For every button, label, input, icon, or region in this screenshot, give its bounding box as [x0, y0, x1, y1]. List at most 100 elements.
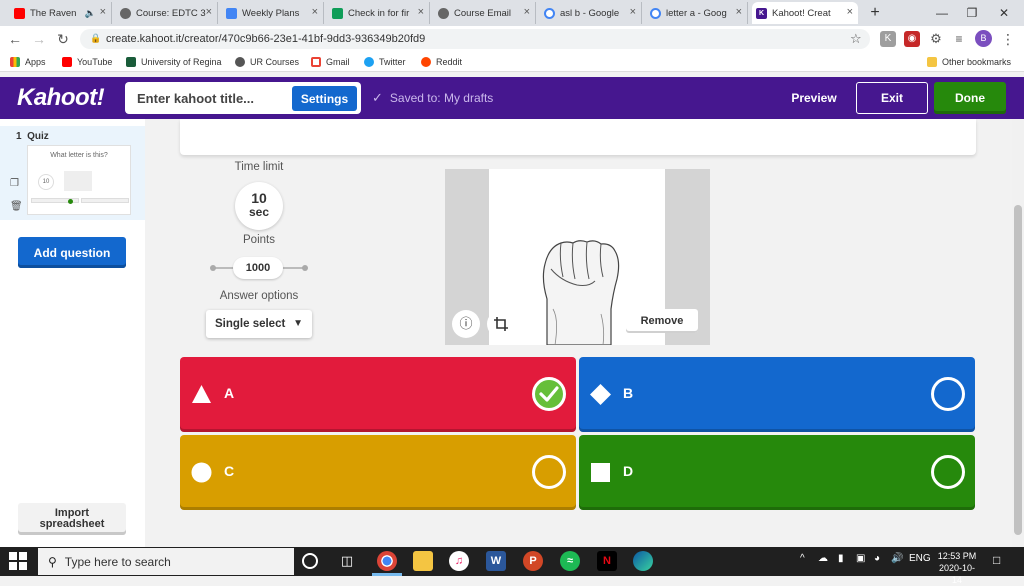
extensions-puzzle-icon[interactable]: ⚙ [928, 31, 944, 47]
image-info-icon[interactable]: ⓘ [452, 310, 480, 338]
back-icon[interactable]: ← [6, 29, 24, 49]
volume-icon[interactable]: 🔊 [891, 553, 903, 564]
close-tab-icon[interactable]: × [847, 6, 853, 18]
taskbar-search-input[interactable] [64, 554, 265, 569]
bookmark-youtube[interactable]: YouTube [62, 54, 112, 70]
speaker-icon: 🔈 [84, 7, 96, 18]
cortana-icon[interactable] [302, 553, 318, 569]
extension-icon[interactable]: ◉ [904, 31, 920, 47]
answer-a[interactable]: A [180, 357, 576, 432]
close-tab-icon[interactable]: × [418, 6, 424, 18]
answer-options-select[interactable]: Single select ▼ [206, 310, 312, 338]
edge-icon[interactable] [633, 551, 653, 571]
answer-options-label: Answer options [219, 290, 299, 302]
notifications-icon[interactable]: □ [993, 553, 1000, 567]
menu-kebab-icon[interactable]: ⋮ [999, 29, 1017, 49]
forward-icon[interactable]: → [30, 29, 48, 49]
correct-answer-toggle[interactable] [931, 377, 965, 411]
reddit-icon [421, 57, 431, 67]
question-card[interactable] [180, 119, 976, 155]
duplicate-icon[interactable]: ❐ [10, 178, 19, 189]
browser-tab-active[interactable]: K Kahoot! Creat × [752, 2, 858, 24]
exit-button[interactable]: Exit [856, 82, 928, 114]
network-icon[interactable]: ▣ [856, 553, 865, 564]
bookmark-gmail[interactable]: Gmail [311, 54, 350, 70]
bookmark-twitter[interactable]: Twitter [364, 54, 406, 70]
reading-list-icon[interactable]: ≡ [951, 31, 967, 47]
close-tab-icon[interactable]: × [312, 6, 318, 18]
answer-text: D [623, 463, 634, 479]
browser-tab[interactable]: asl b - Google × [540, 2, 642, 24]
other-bookmarks[interactable]: Other bookmarks [927, 54, 1011, 70]
close-window-button[interactable]: ✕ [992, 3, 1016, 23]
preview-button[interactable]: Preview [780, 86, 848, 110]
word-icon[interactable]: W [486, 551, 506, 571]
close-tab-icon[interactable]: × [736, 6, 742, 18]
search-icon: ⚲ [48, 554, 57, 569]
answer-c[interactable]: C [180, 435, 576, 510]
task-view-icon[interactable]: ◫ [337, 551, 357, 571]
correct-answer-toggle[interactable] [532, 455, 566, 489]
chrome-icon[interactable] [377, 551, 397, 571]
bookmark-uregina[interactable]: University of Regina [126, 54, 222, 70]
kahoot-title-input[interactable] [130, 85, 290, 111]
answer-d[interactable]: D [579, 435, 975, 510]
points-min-dot[interactable] [210, 265, 216, 271]
file-explorer-icon[interactable] [413, 551, 433, 571]
time-limit-selector[interactable]: 10 sec [235, 182, 283, 230]
show-hidden-icons-icon[interactable]: ^ [800, 553, 805, 564]
taskbar-search[interactable]: ⚲ [38, 548, 294, 575]
extension-icon[interactable]: K [880, 31, 896, 47]
wifi-icon[interactable]: ◕ [874, 553, 880, 564]
kahoot-logo[interactable]: Kahoot! [17, 84, 105, 112]
browser-tab[interactable]: Course Email × [434, 2, 536, 24]
close-tab-icon[interactable]: × [100, 6, 106, 18]
correct-answer-toggle[interactable] [532, 377, 566, 411]
netflix-icon[interactable]: N [597, 551, 617, 571]
crop-icon[interactable] [487, 310, 515, 338]
answer-text: C [224, 463, 235, 479]
profile-avatar[interactable]: B [975, 30, 992, 47]
reload-icon[interactable]: ↻ [54, 29, 72, 49]
answer-b[interactable]: B [579, 357, 975, 432]
battery-icon[interactable]: ▮ [838, 553, 844, 564]
powerpoint-icon[interactable]: P [523, 551, 543, 571]
browser-tab[interactable]: letter a - Goog × [646, 2, 748, 24]
youtube-icon [14, 7, 25, 19]
windows-start-icon[interactable] [9, 552, 27, 570]
trash-icon[interactable]: 🗑 [10, 201, 23, 212]
language-indicator[interactable]: ENG [909, 553, 931, 564]
bookmark-reddit[interactable]: Reddit [421, 54, 462, 70]
done-button[interactable]: Done [934, 82, 1006, 114]
points-max-dot[interactable] [302, 265, 308, 271]
minimize-button[interactable]: — [930, 3, 954, 23]
browser-tab[interactable]: Weekly Plans × [222, 2, 324, 24]
new-tab-button[interactable]: + [866, 3, 884, 23]
browser-tab[interactable]: Course: EDTC 3 × [116, 2, 218, 24]
close-tab-icon[interactable]: × [206, 6, 212, 18]
browser-tab[interactable]: Check in for fir × [328, 2, 430, 24]
correct-answer-toggle[interactable] [931, 455, 965, 489]
onedrive-icon[interactable]: ☁ [818, 553, 828, 564]
bookmark-ur-courses[interactable]: UR Courses [235, 54, 299, 70]
bookmark-star-icon[interactable]: ☆ [850, 31, 862, 47]
points-selector[interactable]: 1000 [233, 257, 283, 279]
remove-image-button[interactable]: Remove [626, 309, 698, 333]
tab-label: asl b - Google [560, 7, 620, 19]
itunes-icon[interactable]: ♫ [449, 551, 469, 571]
import-spreadsheet-button[interactable]: Import spreadsheet [18, 503, 126, 535]
close-tab-icon[interactable]: × [630, 6, 636, 18]
lock-icon[interactable]: 🔒 [90, 33, 101, 44]
close-tab-icon[interactable]: × [524, 6, 530, 18]
spotify-icon[interactable]: ≈ [560, 551, 580, 571]
tab-label: letter a - Goog [666, 7, 727, 19]
globe-icon [120, 7, 131, 19]
bookmark-apps[interactable]: Apps [10, 54, 46, 70]
restore-button[interactable]: ❐ [960, 3, 984, 23]
system-clock[interactable]: 12:53 PM 2020-10-14 [935, 550, 979, 586]
add-question-button[interactable]: Add question [18, 237, 126, 268]
browser-tab[interactable]: The Raven 🔈 × [10, 2, 112, 24]
scrollbar-thumb[interactable] [1014, 205, 1022, 535]
settings-button[interactable]: Settings [292, 86, 357, 111]
url-text[interactable]: create.kahoot.it/creator/470c9b66-23e1-4… [106, 31, 425, 47]
